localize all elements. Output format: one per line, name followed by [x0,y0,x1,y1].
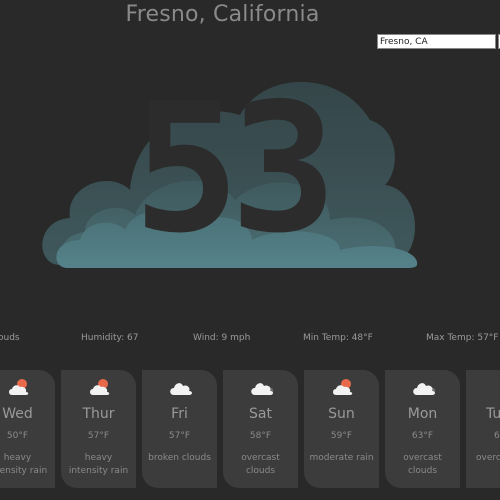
forecast-description: overcast clouds [241,453,280,476]
forecast-description: heavy intensity rain [68,453,129,476]
location-search-input[interactable] [377,34,496,49]
forecast-description: overc [476,453,500,463]
forecast-card[interactable]: Wed 50°F heavy intensity rain [0,370,55,488]
forecast-temp: 63°F [411,431,434,441]
forecast-card[interactable]: Fri 57°F broken clouds [142,370,217,488]
forecast-day: Fri [171,406,188,422]
forecast-temp: 50°F [6,431,29,441]
forecast-temp: 59°F [330,431,353,441]
forecast-day: Wed [2,406,33,422]
forecast-description: heavy intensity rain [0,453,48,476]
forecast-card[interactable]: Mon 63°F overcast clouds [385,370,460,488]
forecast-day: Sun [328,406,355,422]
min-temp-text: Min Temp: 48°F [303,333,373,343]
forecast-description: moderate rain [309,453,374,463]
forecast-day: Tu [486,406,500,422]
cloud-sun-icon [9,379,29,395]
current-weather-hero: 53 [40,60,430,285]
forecast-card[interactable]: Sun 59°F moderate rain [304,370,379,488]
forecast-description: broken clouds [148,453,211,463]
city-title: Fresno, California [125,2,320,27]
wind-text: Wind: 9 mph [193,333,251,343]
forecast-card[interactable]: Tu 6 overc [466,370,500,488]
forecast-temp: 57°F [87,431,110,441]
forecast-day: Thur [82,406,115,422]
forecast-temp: 6 [494,431,500,441]
cloud-sun-icon [90,379,110,395]
humidity-text: Humidity: 67 [81,333,139,343]
cloud-icon [251,383,274,395]
forecast-card[interactable]: Thur 57°F heavy intensity rain [61,370,136,488]
cloud-icon [170,383,192,395]
forecast-temp: 57°F [168,431,191,441]
forecast-list: Wed 50°F heavy intensity rain Thur 57°F … [0,370,500,490]
forecast-temp: 58°F [249,431,272,441]
max-temp-text: Max Temp: 57°F [426,333,499,343]
forecast-description: overcast clouds [403,453,442,476]
forecast-day: Mon [407,406,438,422]
current-temperature: 53 [132,65,337,272]
forecast-card[interactable]: Sat 58°F overcast clouds [223,370,298,488]
cloud-icon [413,383,436,395]
current-stats-row: ouds Humidity: 67 Wind: 9 mph Min Temp: … [0,333,500,347]
forecast-day: Sat [249,406,272,422]
cloud-sun-icon [333,379,353,395]
conditions-text: ouds [0,333,20,343]
